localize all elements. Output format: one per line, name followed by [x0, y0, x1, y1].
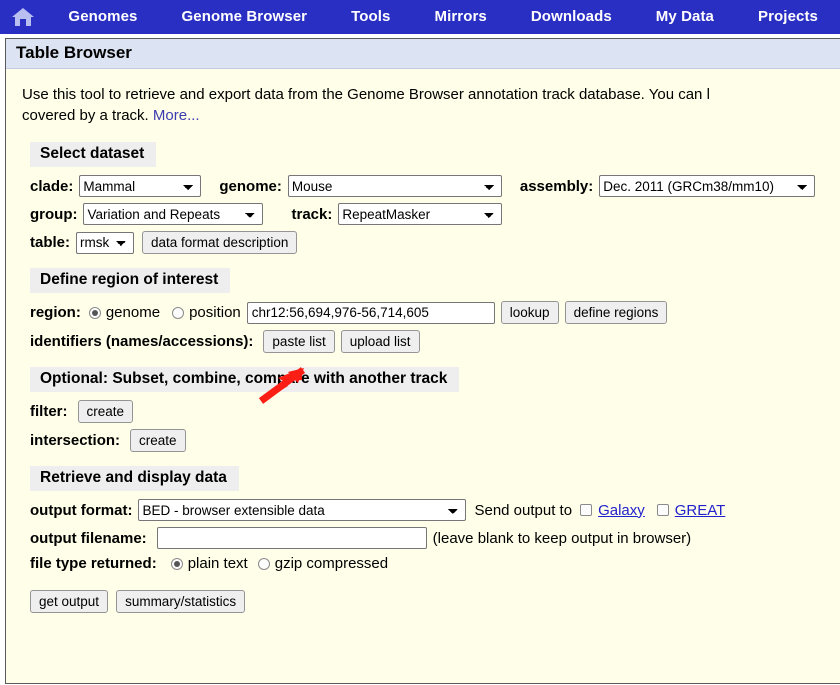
- genome-select[interactable]: Mouse: [287, 175, 502, 197]
- track-label: track:: [291, 205, 333, 223]
- data-format-description-button[interactable]: data format description: [142, 231, 298, 254]
- identifiers-label: identifiers (names/accessions):: [30, 333, 254, 350]
- nav-item-tools[interactable]: Tools: [329, 0, 412, 34]
- output-format-row: output format: BED - browser extensible …: [30, 499, 840, 521]
- group-label: group:: [30, 205, 78, 223]
- table-label: table:: [30, 234, 71, 251]
- nav-item-projects[interactable]: Projects: [736, 0, 840, 34]
- assembly-select[interactable]: Dec. 2011 (GRCm38/mm10): [599, 175, 816, 197]
- optional-section: Optional: Subset, combine, compare with …: [22, 367, 840, 452]
- region-genome-label: genome: [105, 304, 161, 321]
- home-button[interactable]: [0, 0, 46, 34]
- region-row: region: genome position lookup define re…: [30, 301, 840, 324]
- filter-create-button[interactable]: create: [77, 400, 134, 423]
- output-format-select[interactable]: BED - browser extensible data: [138, 499, 467, 521]
- position-input[interactable]: [246, 301, 495, 324]
- clade-select[interactable]: Mammal: [79, 175, 202, 197]
- gzip-label: gzip compressed: [274, 555, 389, 572]
- region-position-label: position: [189, 304, 241, 321]
- region-position-radio[interactable]: [172, 306, 185, 319]
- intro-line-2: covered by a track.: [22, 107, 153, 124]
- galaxy-link[interactable]: Galaxy: [598, 502, 645, 519]
- nav-item-my-data[interactable]: My Data: [634, 0, 736, 34]
- intersection-row: intersection: create: [30, 429, 840, 452]
- define-regions-button[interactable]: define regions: [564, 301, 668, 324]
- intersection-label: intersection:: [30, 432, 121, 449]
- retrieve-section: Retrieve and display data output format:…: [22, 466, 840, 572]
- region-label: region:: [30, 304, 81, 321]
- nav-item-genome-browser[interactable]: Genome Browser: [159, 0, 329, 34]
- assembly-label: assembly:: [519, 177, 594, 195]
- intro-paragraph: Use this tool to retrieve and export dat…: [22, 84, 840, 126]
- page-body: Use this tool to retrieve and export dat…: [6, 69, 840, 683]
- more-link[interactable]: More...: [153, 107, 200, 124]
- paste-list-button[interactable]: paste list: [263, 330, 335, 353]
- galaxy-checkbox[interactable]: [580, 504, 593, 516]
- filter-label: filter:: [30, 403, 68, 420]
- action-button-row: get output summary/statistics: [30, 590, 840, 613]
- intersection-create-button[interactable]: create: [130, 429, 186, 452]
- file-type-label: file type returned:: [30, 555, 157, 572]
- file-type-row: file type returned: plain text gzip comp…: [30, 555, 840, 572]
- clade-genome-assembly-row: clade: Mammal genome: Mouse assembly: De…: [30, 175, 840, 197]
- retrieve-heading: Retrieve and display data: [30, 466, 239, 491]
- intro-line-1: Use this tool to retrieve and export dat…: [22, 86, 710, 103]
- great-checkbox[interactable]: [656, 504, 669, 516]
- select-dataset-heading: Select dataset: [30, 142, 157, 167]
- filter-row: filter: create: [30, 400, 840, 423]
- gzip-radio[interactable]: [257, 557, 270, 570]
- output-filename-input[interactable]: [156, 527, 427, 549]
- page-frame: Table Browser Use this tool to retrieve …: [5, 38, 840, 684]
- lookup-button[interactable]: lookup: [500, 301, 559, 324]
- table-row: table: rmsk data format description: [30, 231, 840, 254]
- select-dataset-section: Select dataset clade: Mammal genome: Mou…: [22, 142, 840, 254]
- clade-label: clade:: [30, 177, 74, 195]
- page-title: Table Browser: [6, 39, 840, 69]
- group-select[interactable]: Variation and Repeats: [83, 203, 264, 225]
- output-filename-hint: (leave blank to keep output in browser): [432, 529, 692, 547]
- identifiers-row: identifiers (names/accessions): paste li…: [30, 330, 840, 353]
- define-region-section: Define region of interest region: genome…: [22, 268, 840, 353]
- nav-item-mirrors[interactable]: Mirrors: [412, 0, 508, 34]
- output-filename-row: output filename: (leave blank to keep ou…: [30, 527, 840, 549]
- output-format-label: output format:: [30, 501, 133, 519]
- home-icon: [10, 5, 36, 29]
- table-select[interactable]: rmsk: [76, 231, 135, 254]
- nav-item-genomes[interactable]: Genomes: [46, 0, 159, 34]
- region-genome-radio[interactable]: [88, 306, 101, 319]
- nav-item-downloads[interactable]: Downloads: [509, 0, 634, 34]
- get-output-button[interactable]: get output: [30, 590, 109, 613]
- plain-text-label: plain text: [187, 555, 248, 572]
- summary-statistics-button[interactable]: summary/statistics: [116, 590, 246, 613]
- genome-label: genome:: [219, 177, 282, 195]
- output-filename-label: output filename:: [30, 529, 147, 547]
- plain-text-radio[interactable]: [170, 557, 183, 570]
- group-track-row: group: Variation and Repeats track: Repe…: [30, 203, 840, 225]
- send-output-to-label: Send output to: [474, 501, 573, 519]
- great-link[interactable]: GREAT: [675, 502, 726, 519]
- upload-list-button[interactable]: upload list: [340, 330, 420, 353]
- top-navigation-bar: Genomes Genome Browser Tools Mirrors Dow…: [0, 0, 840, 34]
- track-select[interactable]: RepeatMasker: [338, 203, 503, 225]
- optional-heading: Optional: Subset, combine, compare with …: [30, 367, 460, 392]
- define-region-heading: Define region of interest: [30, 268, 231, 293]
